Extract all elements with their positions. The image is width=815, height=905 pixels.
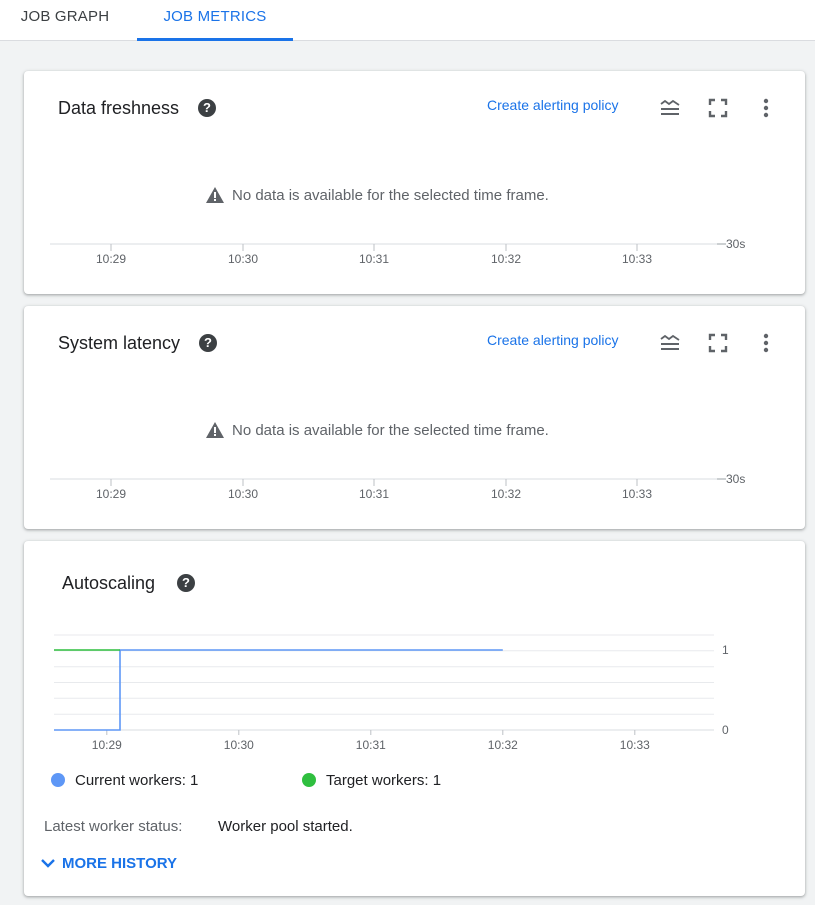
x-tick-label: 10:29 xyxy=(96,252,126,266)
worker-status-value: Worker pool started. xyxy=(218,818,353,835)
worker-status-label: Latest worker status: xyxy=(44,818,183,835)
y-tick-label: 30s xyxy=(726,472,745,486)
x-tick-label: 10:31 xyxy=(359,487,389,501)
x-tick-label: 10:32 xyxy=(491,252,521,266)
more-history-button[interactable]: MORE HISTORY xyxy=(40,855,177,872)
latency-axis: 30s 10:29 10:30 10:31 10:32 10:33 xyxy=(50,472,745,501)
x-tick-label: 10:30 xyxy=(224,738,254,752)
x-tick-label: 10:30 xyxy=(228,252,258,266)
tab-bar: JOB GRAPH JOB METRICS xyxy=(0,0,815,41)
tab-job-metrics[interactable]: JOB METRICS xyxy=(137,0,293,41)
x-tick-label: 10:33 xyxy=(620,738,650,752)
y-tick-label: 0 xyxy=(722,723,729,737)
legend-dot xyxy=(302,773,316,787)
y-tick-label: 1 xyxy=(722,643,729,657)
x-tick-label: 10:29 xyxy=(96,487,126,501)
more-history-label: MORE HISTORY xyxy=(62,855,178,872)
legend-label: Current workers: xyxy=(75,772,186,789)
freshness-axis: 30s 10:29 10:30 10:31 10:32 10:33 xyxy=(50,237,745,266)
x-tick-label: 10:33 xyxy=(622,487,652,501)
x-tick-label: 10:31 xyxy=(359,252,389,266)
tab-job-graph[interactable]: JOB GRAPH xyxy=(0,0,130,38)
system-latency-card: System latency ? Create alerting policy … xyxy=(24,306,805,529)
x-tick-label: 10:30 xyxy=(228,487,258,501)
autoscaling-card: Autoscaling ? 10:29 10:30 10:31 10:32 10:33 0… xyxy=(24,541,805,896)
legend-target-workers: Target workers: 1 xyxy=(302,772,441,789)
chevron-down-icon xyxy=(41,859,55,868)
legend-value: 1 xyxy=(432,772,442,789)
series-line-current-workers xyxy=(54,649,503,731)
legend-label: Target workers: xyxy=(326,772,429,789)
legend-current-workers: Current workers: 1 xyxy=(51,772,198,789)
autoscaling-chart: 10:29 10:30 10:31 10:32 10:33 0 1 xyxy=(54,634,729,752)
y-tick-label: 30s xyxy=(726,237,745,251)
x-tick-label: 10:31 xyxy=(356,738,386,752)
x-tick-label: 10:32 xyxy=(491,487,521,501)
x-tick-label: 10:33 xyxy=(622,252,652,266)
legend-value: 1 xyxy=(190,772,199,789)
x-tick-label: 10:32 xyxy=(488,738,518,752)
legend-dot xyxy=(51,773,65,787)
data-freshness-card: Data freshness ? Create alerting policy … xyxy=(24,71,805,294)
x-tick-label: 10:29 xyxy=(92,738,122,752)
